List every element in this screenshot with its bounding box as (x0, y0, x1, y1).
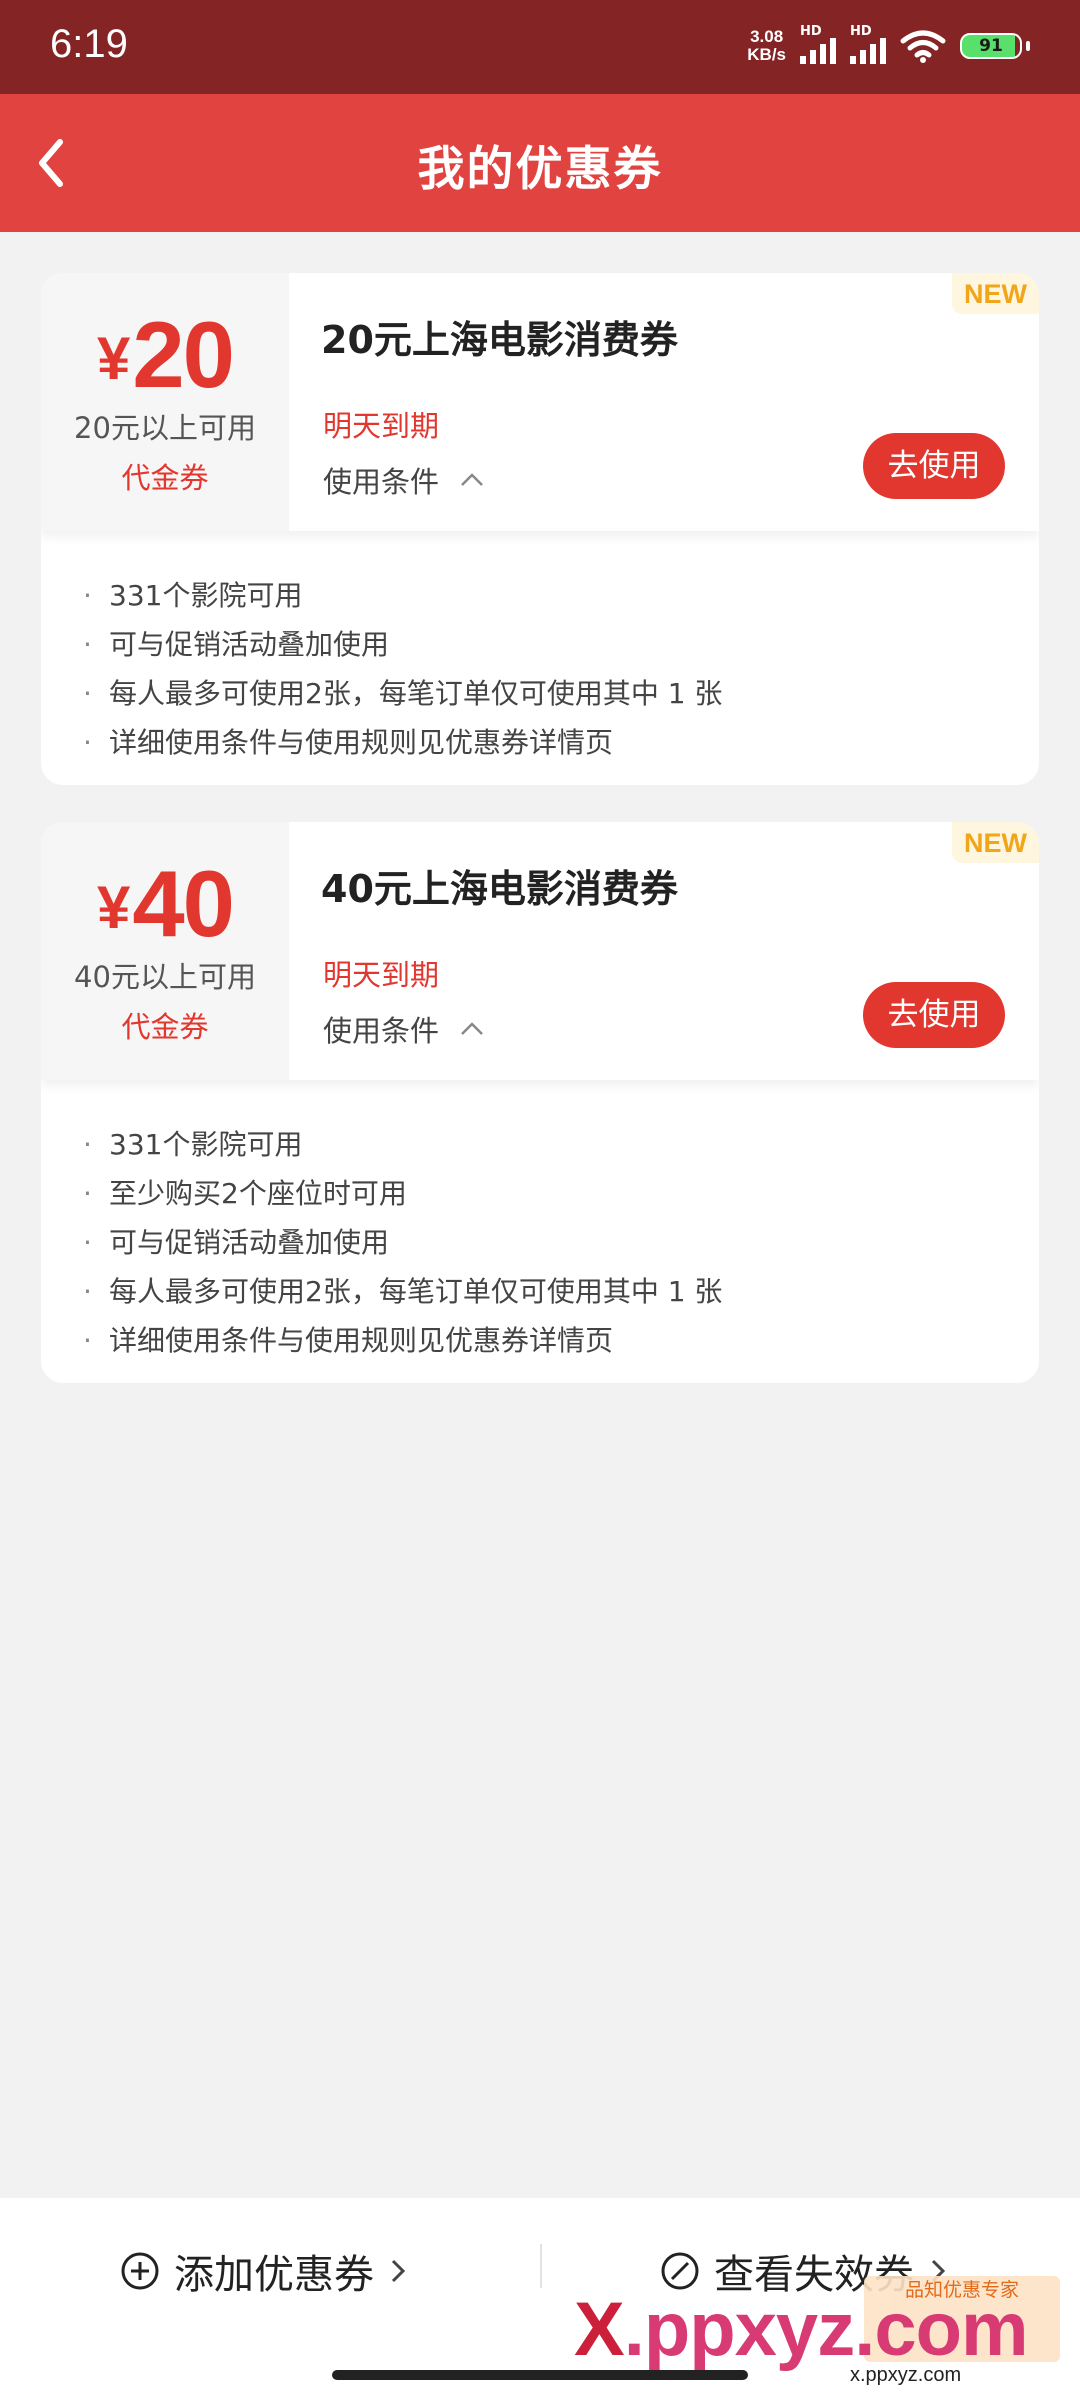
chevron-up-icon (461, 473, 483, 486)
disabled-circle-icon (661, 2252, 699, 2290)
coupon-amount: ¥40 (97, 851, 235, 956)
usage-conditions-label: 使用条件 (323, 465, 440, 499)
chevron-right-icon (391, 2259, 406, 2283)
new-badge: NEW (952, 273, 1039, 314)
coupon-expiry: 明天到期 (323, 958, 440, 992)
use-coupon-button[interactable]: 去使用 (863, 433, 1005, 499)
coupon-card: ¥40 40元以上可用 代金券 40元上海电影消费券 明天到期 使用条件 NEW… (41, 822, 1039, 1383)
rule-item: 可与促销活动叠加使用 (41, 1218, 1039, 1267)
divider (540, 2244, 542, 2288)
usage-conditions-toggle[interactable]: 使用条件 (323, 459, 485, 501)
coupon-amount: ¥20 (97, 302, 235, 407)
new-badge: NEW (952, 822, 1039, 863)
watermark-url: x.ppxyz.com (850, 2364, 962, 2386)
rule-item: 详细使用条件与使用规则见优惠券详情页 (41, 718, 1039, 767)
use-coupon-button[interactable]: 去使用 (863, 982, 1005, 1048)
status-icons: 3.08 KB/s HD HD 91 (747, 24, 1030, 64)
coupon-summary[interactable]: ¥40 40元以上可用 代金券 40元上海电影消费券 明天到期 使用条件 NEW… (41, 822, 1039, 1080)
coupon-summary[interactable]: ¥20 20元以上可用 代金券 20元上海电影消费券 明天到期 使用条件 NEW… (41, 273, 1039, 531)
chevron-up-icon (461, 1022, 483, 1035)
page-title: 我的优惠券 (417, 142, 663, 197)
home-indicator[interactable] (332, 2370, 748, 2380)
rule-item: 每人最多可使用2张，每笔订单仅可使用其中 1 张 (41, 669, 1039, 718)
watermark: X.ppxyz.com (574, 2287, 1029, 2372)
coupon-type: 代金券 (121, 461, 209, 495)
usage-conditions-label: 使用条件 (323, 1014, 440, 1048)
usage-conditions-toggle[interactable]: 使用条件 (323, 1008, 485, 1050)
status-time: 6:19 (50, 22, 128, 66)
signal-icon: HD (800, 24, 836, 64)
coupon-expiry: 明天到期 (323, 409, 440, 443)
add-coupon-label: 添加优惠券 (174, 2252, 374, 2298)
header: 我的优惠券 (0, 94, 1080, 232)
rule-item: 详细使用条件与使用规则见优惠券详情页 (41, 1316, 1039, 1365)
rule-item: 可与促销活动叠加使用 (41, 620, 1039, 669)
coupon-rules: 331个影院可用 可与促销活动叠加使用 每人最多可使用2张，每笔订单仅可使用其中… (41, 541, 1039, 785)
coupon-min-requirement: 20元以上可用 (74, 411, 256, 445)
rule-item: 至少购买2个座位时可用 (41, 1169, 1039, 1218)
coupon-type: 代金券 (121, 1010, 209, 1044)
coupon-rules: 331个影院可用 至少购买2个座位时可用 可与促销活动叠加使用 每人最多可使用2… (41, 1090, 1039, 1383)
coupon-name: 20元上海电影消费券 (321, 318, 678, 362)
add-coupon-button[interactable]: 添加优惠券 (120, 2242, 408, 2300)
wifi-icon (900, 30, 946, 63)
coupon-value-panel: ¥20 20元以上可用 代金券 (41, 273, 289, 531)
signal-icon: HD (850, 24, 886, 64)
coupon-min-requirement: 40元以上可用 (74, 960, 256, 994)
status-bar: 6:19 3.08 KB/s HD HD 91 (0, 0, 1080, 94)
battery-icon: 91 (960, 33, 1022, 59)
rule-item: 每人最多可使用2张，每笔订单仅可使用其中 1 张 (41, 1267, 1039, 1316)
coupon-value-panel: ¥40 40元以上可用 代金券 (41, 822, 289, 1080)
network-speed: 3.08 KB/s (747, 27, 786, 64)
rule-item: 331个影院可用 (41, 1120, 1039, 1169)
coupon-name: 40元上海电影消费券 (321, 867, 678, 911)
rule-item: 331个影院可用 (41, 571, 1039, 620)
coupon-card: ¥20 20元以上可用 代金券 20元上海电影消费券 明天到期 使用条件 NEW… (41, 273, 1039, 785)
plus-circle-icon (121, 2252, 159, 2290)
